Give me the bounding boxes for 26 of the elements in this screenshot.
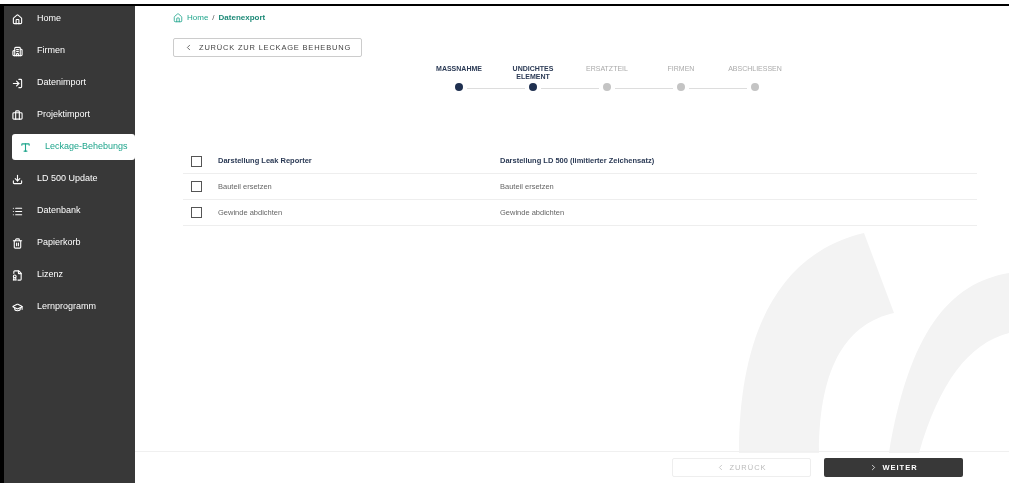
sidebar-item[interactable]: Datenbank (4, 198, 135, 224)
briefcase-icon (12, 109, 23, 121)
checkbox[interactable] (191, 155, 202, 167)
sidebar-item[interactable]: Lernprogramm (4, 294, 135, 320)
graduation-cap-icon (12, 301, 23, 313)
building-icon (12, 45, 23, 57)
sidebar-item[interactable]: Firmen (4, 38, 135, 64)
breadcrumb-current: Datenexport (218, 12, 266, 24)
breadcrumb-separator: / (212, 12, 215, 24)
sidebar-item[interactable]: Projektimport (4, 102, 135, 128)
sidebar-item[interactable]: Home (4, 6, 135, 32)
download-icon (12, 173, 23, 185)
home-icon (173, 13, 183, 23)
trash-icon (12, 237, 23, 249)
license-icon (12, 269, 23, 281)
sidebar-item[interactable]: LD 500 Update (4, 166, 135, 192)
checkbox[interactable] (191, 181, 202, 192)
text-icon (20, 141, 31, 153)
list-icon (12, 205, 23, 217)
checkbox[interactable] (191, 207, 202, 218)
import-icon (12, 77, 23, 89)
sidebar-item[interactable]: Lizenz (4, 262, 135, 288)
sidebar-item[interactable]: Datenimport (4, 70, 135, 96)
home-icon (12, 13, 23, 25)
chevron-left-icon (184, 43, 193, 52)
sidebar-item[interactable]: Papierkorb (4, 230, 135, 256)
